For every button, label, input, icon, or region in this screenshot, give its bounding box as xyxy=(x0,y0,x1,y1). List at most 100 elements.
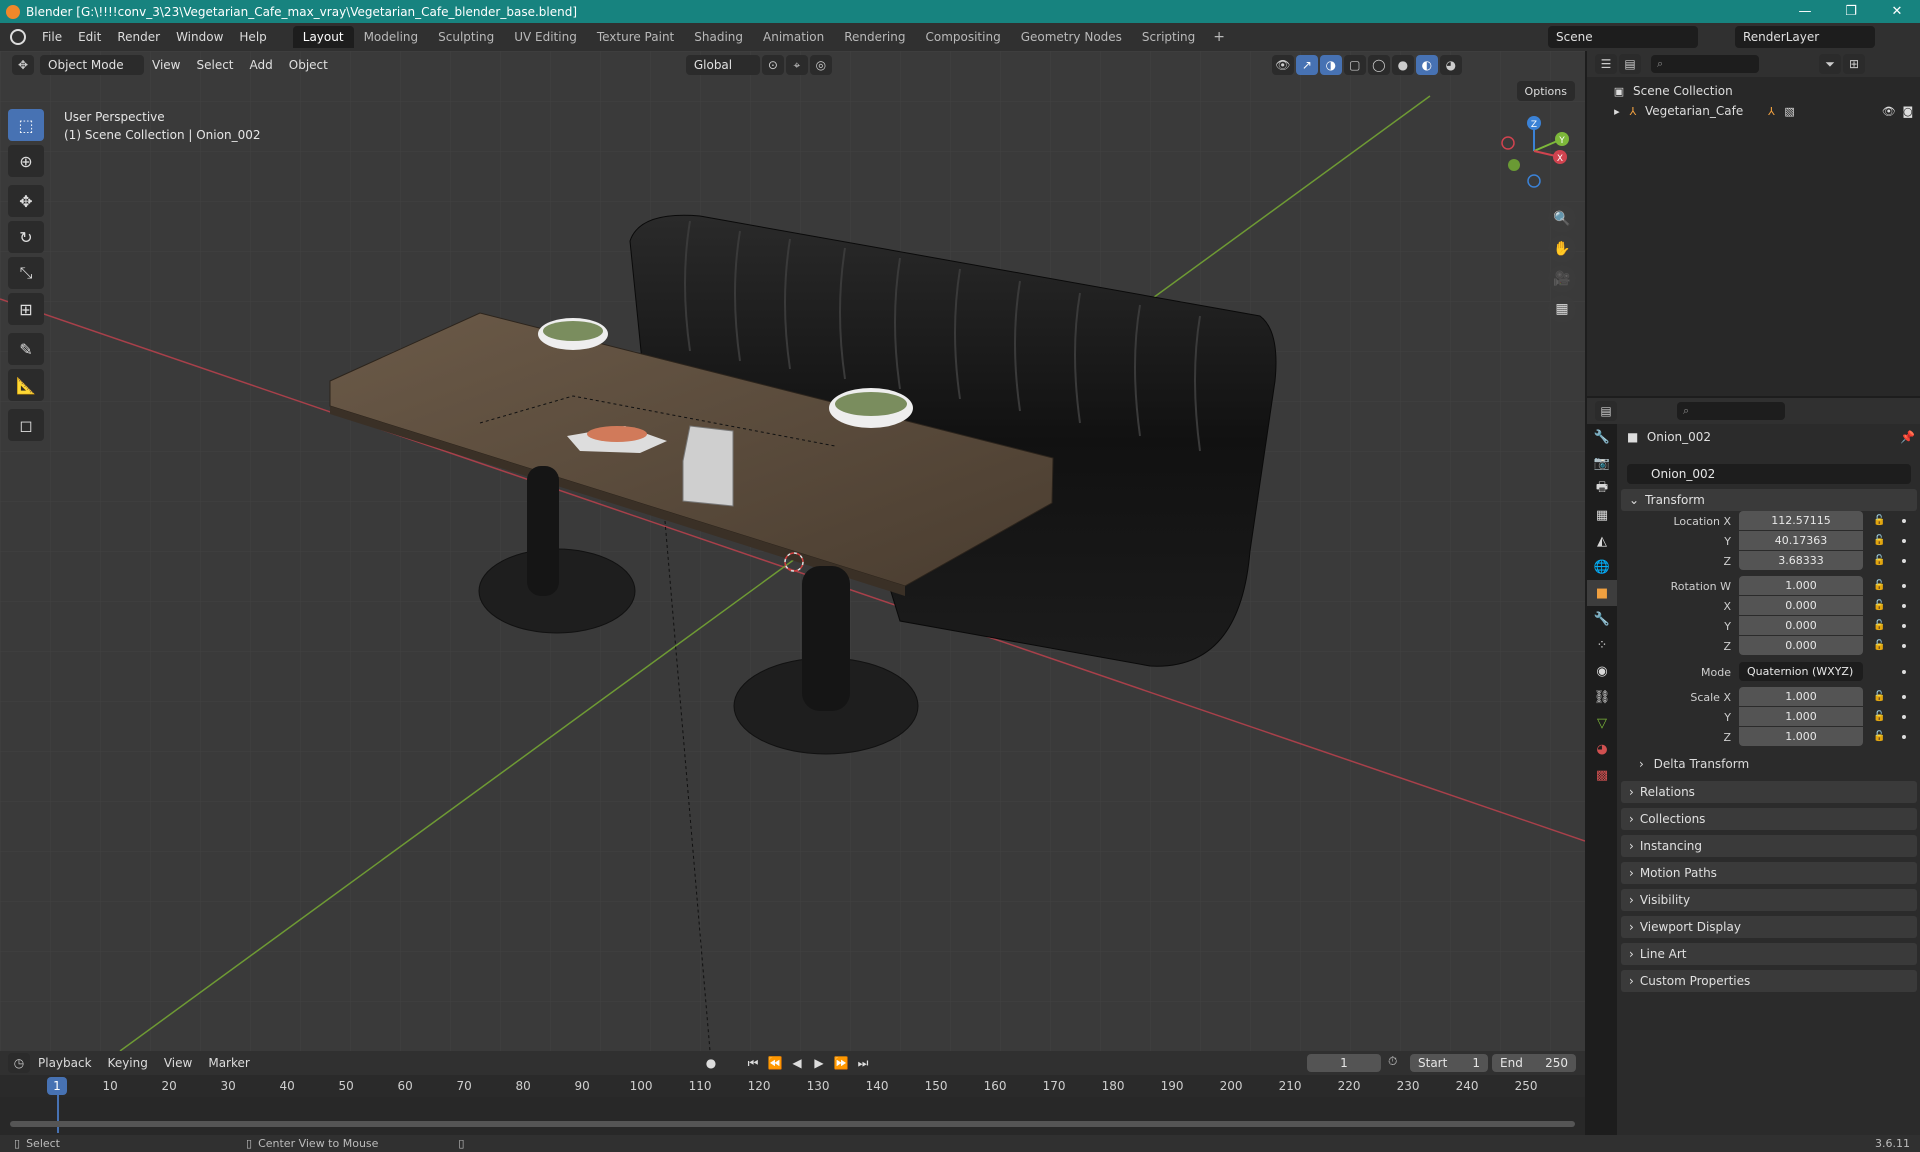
maximize-button[interactable]: ❐ xyxy=(1828,0,1874,23)
mode-selector[interactable]: Object Mode xyxy=(40,55,144,75)
timeline-menu-marker[interactable]: Marker xyxy=(200,1056,257,1070)
lock-rotation-y-icon[interactable]: 🔓 xyxy=(1873,620,1885,631)
keyframe-dot-icon[interactable] xyxy=(1902,715,1906,719)
gizmo-neg-y-icon[interactable] xyxy=(1508,159,1520,171)
menu-file[interactable]: File xyxy=(34,30,70,44)
play-reverse-icon[interactable]: ◀ xyxy=(786,1053,808,1073)
transform-tool[interactable]: ⊞ xyxy=(8,293,44,325)
gizmo-neg-z-icon[interactable] xyxy=(1527,174,1541,188)
timeline-ruler[interactable]: 10 20 30 40 50 60 70 80 90 100 110 120 130 140 150 160 1… xyxy=(0,1075,1585,1097)
viewport-menu-view[interactable]: View xyxy=(144,58,188,72)
timeline-editor[interactable]: ◷ Playback Keying View Marker ● ⏮ ⏪ ◀ ▶ … xyxy=(0,1051,1585,1135)
lock-scale-z-icon[interactable]: 🔓 xyxy=(1873,731,1885,742)
transform-panel-header[interactable]: ⌄ Transform xyxy=(1621,489,1917,511)
tab-scripting[interactable]: Scripting xyxy=(1132,26,1205,48)
panel-instancing[interactable]: › Instancing xyxy=(1621,835,1917,857)
close-button[interactable]: ✕ xyxy=(1874,0,1920,23)
jump-end-icon[interactable]: ⏭ xyxy=(852,1053,874,1073)
lock-scale-x-icon[interactable]: 🔓 xyxy=(1873,691,1885,702)
particles-tab-icon[interactable]: ⁘ xyxy=(1587,632,1617,658)
lock-location-z-icon[interactable]: 🔓 xyxy=(1873,555,1885,566)
menu-render[interactable]: Render xyxy=(109,30,168,44)
viewport-scene[interactable] xyxy=(0,51,1585,1051)
scale-z-field[interactable]: 1.000 xyxy=(1739,727,1863,746)
panel-relations[interactable]: › Relations xyxy=(1621,781,1917,803)
tab-sculpting[interactable]: Sculpting xyxy=(428,26,504,48)
expand-arrow-icon[interactable]: ▸ xyxy=(1613,104,1621,118)
render-camera-icon[interactable]: ◙ xyxy=(1902,104,1914,118)
add-workspace-button[interactable]: + xyxy=(1205,29,1233,45)
delta-transform-subpanel[interactable]: › Delta Transform xyxy=(1639,757,1749,771)
eye-visibility-icon[interactable]: 👁 xyxy=(1882,104,1896,118)
keyframe-dot-icon[interactable] xyxy=(1902,735,1906,739)
object-tab-icon[interactable]: ■ xyxy=(1587,580,1617,606)
properties-editor[interactable]: ▤ ⌕ 🔧 📷 🖶 ▦ ◭ 🌐 ■ 🔧 ⁘ ◉ ⛓ ▽ ◕ ▩ ■ Onion_… xyxy=(1587,398,1920,1135)
pivot-point-icon[interactable]: ⊙ xyxy=(761,55,784,75)
scene-tab-icon[interactable]: ◭ xyxy=(1587,528,1617,554)
render-tab-icon[interactable]: 📷 xyxy=(1587,450,1617,476)
timeline-menu-view[interactable]: View xyxy=(156,1056,200,1070)
output-tab-icon[interactable]: 🖶 xyxy=(1587,476,1617,502)
tab-compositing[interactable]: Compositing xyxy=(915,26,1010,48)
perspective-toggle-icon[interactable]: ▦ xyxy=(1548,295,1576,323)
view-layer-tab-icon[interactable]: ▦ xyxy=(1587,502,1617,528)
minimize-button[interactable]: — xyxy=(1782,0,1828,23)
display-mode-icon[interactable]: ▤ xyxy=(1619,54,1641,74)
lock-scale-y-icon[interactable]: 🔓 xyxy=(1873,711,1885,722)
play-icon[interactable]: ▶ xyxy=(808,1053,830,1073)
keyframe-dot-icon[interactable] xyxy=(1902,695,1906,699)
jump-start-icon[interactable]: ⏮ xyxy=(742,1053,764,1073)
select-box-tool[interactable]: ⬚ xyxy=(8,109,44,141)
timeline-editor-type-icon[interactable]: ◷ xyxy=(8,1053,30,1073)
menu-help[interactable]: Help xyxy=(231,30,274,44)
xray-icon[interactable]: ▢ xyxy=(1343,55,1366,75)
view-layer-selector[interactable]: RenderLayer xyxy=(1735,26,1875,48)
tab-layout[interactable]: Layout xyxy=(292,26,354,48)
scale-y-field[interactable]: 1.000 xyxy=(1739,707,1863,726)
outliner-editor-type-icon[interactable]: ☰ xyxy=(1595,54,1617,74)
modifier-tab-icon[interactable]: 🔧 xyxy=(1587,606,1617,632)
physics-tab-icon[interactable]: ◉ xyxy=(1587,658,1617,684)
menu-edit[interactable]: Edit xyxy=(70,30,109,44)
current-frame-field[interactable]: 1 xyxy=(1307,1054,1381,1072)
end-frame-field[interactable]: End 250 xyxy=(1492,1054,1576,1072)
rotation-z-field[interactable]: 0.000 xyxy=(1739,636,1863,655)
lock-rotation-z-icon[interactable]: 🔓 xyxy=(1873,640,1885,651)
rotate-tool[interactable]: ↻ xyxy=(8,221,44,253)
properties-editor-type-icon[interactable]: ▤ xyxy=(1595,401,1617,421)
viewport-menu-add[interactable]: Add xyxy=(242,58,281,72)
material-shading-icon[interactable]: ◐ xyxy=(1415,55,1438,75)
viewport-menu-object[interactable]: Object xyxy=(281,58,336,72)
tab-animation[interactable]: Animation xyxy=(753,26,834,48)
outliner-search-input[interactable]: ⌕ xyxy=(1651,55,1759,73)
outliner-editor[interactable]: ☰ ▤ ⌕ ⏷ ⊞ ▣ Scene Collection ▸ ⅄ Vegetar… xyxy=(1587,51,1920,396)
texture-tab-icon[interactable]: ▩ xyxy=(1587,762,1617,788)
move-tool[interactable]: ✥ xyxy=(8,185,44,217)
add-cube-tool[interactable]: ◻ xyxy=(8,409,44,441)
keyframe-dot-icon[interactable] xyxy=(1902,519,1906,523)
gizmo-toggle-icon[interactable]: ↗ xyxy=(1295,55,1318,75)
pan-hand-icon[interactable]: ✋ xyxy=(1548,235,1576,263)
record-icon[interactable]: ● xyxy=(700,1053,722,1073)
navigation-gizmo[interactable]: Z Y X xyxy=(1496,113,1572,189)
pin-icon[interactable]: 📌 xyxy=(1900,430,1915,444)
blender-logo-icon[interactable] xyxy=(10,29,26,45)
playhead-handle[interactable]: 1 xyxy=(47,1077,67,1095)
outliner-row-vegetarian-cafe[interactable]: ▸ ⅄ Vegetarian_Cafe ⅄ ▧ 👁 ◙ xyxy=(1587,101,1920,121)
outliner-row-scene-collection[interactable]: ▣ Scene Collection xyxy=(1587,81,1920,101)
transform-orientation[interactable]: Global xyxy=(685,55,760,75)
lock-rotation-w-icon[interactable]: 🔓 xyxy=(1873,580,1885,591)
new-collection-icon[interactable]: ⊞ xyxy=(1843,54,1865,74)
panel-custom-properties[interactable]: › Custom Properties xyxy=(1621,970,1917,992)
properties-search-input[interactable]: ⌕ xyxy=(1677,402,1785,420)
lock-location-x-icon[interactable]: 🔓 xyxy=(1873,515,1885,526)
timeline-menu-playback[interactable]: Playback xyxy=(30,1056,100,1070)
timeline-scrollbar[interactable] xyxy=(10,1121,1575,1127)
scene-selector[interactable]: Scene xyxy=(1548,26,1698,48)
constraints-tab-icon[interactable]: ⛓ xyxy=(1587,684,1617,710)
tab-geometry-nodes[interactable]: Geometry Nodes xyxy=(1011,26,1132,48)
keyframe-dot-icon[interactable] xyxy=(1902,539,1906,543)
material-tab-icon[interactable]: ◕ xyxy=(1587,736,1617,762)
options-button[interactable]: Options xyxy=(1516,81,1575,101)
cursor-tool[interactable]: ⊕ xyxy=(8,145,44,177)
